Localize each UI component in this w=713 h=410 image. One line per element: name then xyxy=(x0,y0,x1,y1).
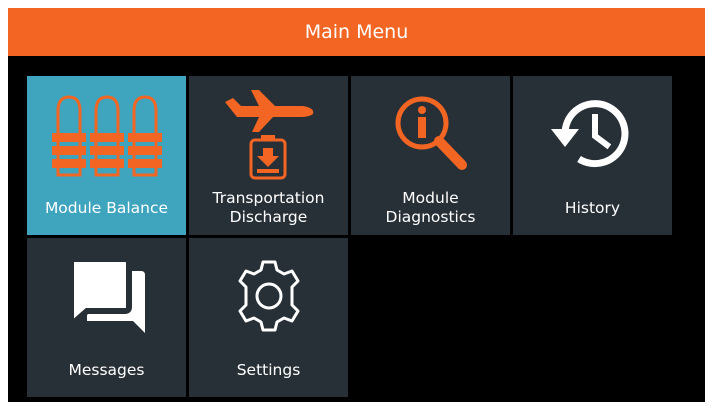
menu-tile-messages[interactable]: Messages xyxy=(27,238,186,397)
gear-icon xyxy=(189,248,348,344)
menu-tile-label: Module Diagnostics xyxy=(385,189,476,226)
device-screen: Main Menu Module Balance Transportation … xyxy=(8,8,705,402)
chat-bubbles-icon xyxy=(27,248,186,344)
menu-tile-transportation-discharge[interactable]: Transportation Discharge xyxy=(189,76,348,235)
menu-tile-module-diagnostics[interactable]: Module Diagnostics xyxy=(351,76,510,235)
airplane-battery-discharge-icon xyxy=(189,86,348,182)
menu-tile-label: Messages xyxy=(68,360,145,379)
menu-tile-label: Module Balance xyxy=(44,198,169,217)
menu-tile-label: Transportation Discharge xyxy=(212,189,325,226)
menu-tile-label: History xyxy=(564,198,621,217)
menu-tile-label: Settings xyxy=(236,360,301,379)
history-clock-icon xyxy=(513,86,672,182)
title-bar: Main Menu xyxy=(8,8,705,56)
info-magnifier-icon xyxy=(351,86,510,182)
battery-modules-icon xyxy=(27,86,186,182)
menu-tile-module-balance[interactable]: Module Balance xyxy=(27,76,186,235)
menu-tile-history[interactable]: History xyxy=(513,76,672,235)
menu-tile-settings[interactable]: Settings xyxy=(189,238,348,397)
page-title: Main Menu xyxy=(304,21,409,43)
